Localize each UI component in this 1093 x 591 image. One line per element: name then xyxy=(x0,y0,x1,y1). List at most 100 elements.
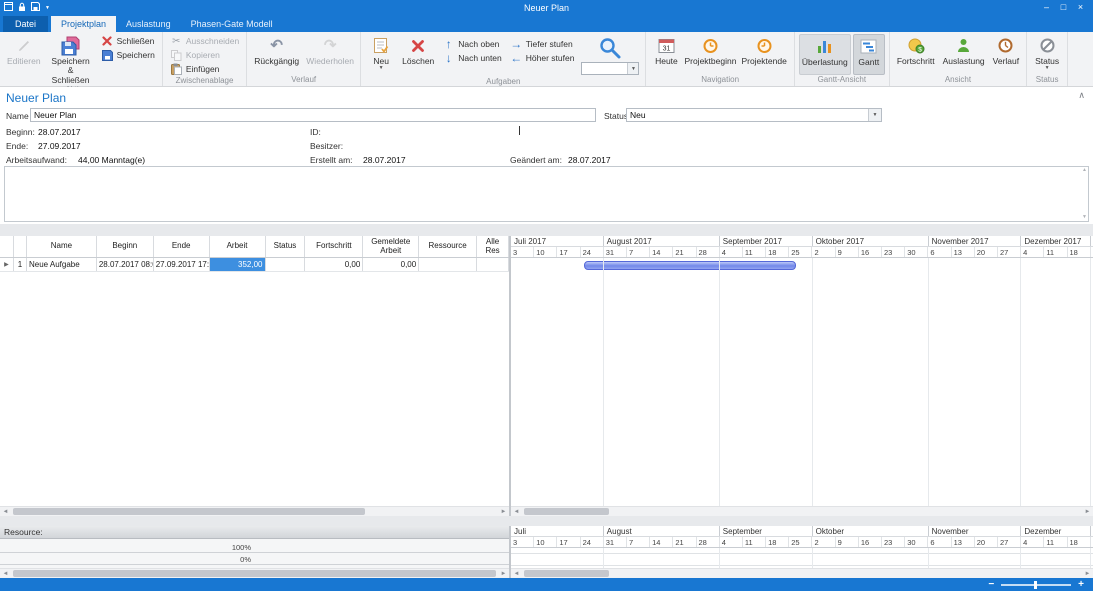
scrollbar-track[interactable] xyxy=(522,507,1082,516)
group-label-navigation: Navigation xyxy=(646,75,793,86)
resource-list-hscrollbar[interactable]: ◄ ► xyxy=(0,568,509,578)
grid-column-header[interactable]: Ende xyxy=(154,236,210,257)
tab-phasen-gate-modell[interactable]: Phasen-Gate Modell xyxy=(181,16,283,32)
splitter-horizontal[interactable] xyxy=(0,224,1093,236)
grid-cell[interactable] xyxy=(266,258,306,271)
einfuegen-button[interactable]: Einfügen xyxy=(167,62,242,76)
grid-column-header[interactable]: Ressource xyxy=(419,236,477,257)
timeline-month-label: Oktober 2017 xyxy=(813,236,929,246)
grid-cell[interactable]: 28.07.2017 08:00 xyxy=(97,258,154,271)
scroll-left-icon[interactable]: ◄ xyxy=(511,569,522,579)
status-select[interactable]: Neu▼ xyxy=(626,108,882,122)
hoeher-stufen-button[interactable]: ← Höher stufen xyxy=(507,51,578,65)
grid-cell[interactable] xyxy=(419,258,477,271)
task-filter-combobox[interactable]: ▼ xyxy=(581,62,639,75)
grid-column-header[interactable]: Name xyxy=(27,236,97,257)
scroll-left-icon[interactable]: ◄ xyxy=(0,507,11,517)
neu-button[interactable]: Neu ▼ xyxy=(365,34,397,77)
scrollbar-track[interactable] xyxy=(11,569,498,578)
gantt-button[interactable]: Gantt xyxy=(853,34,885,75)
fortschritt-button[interactable]: $ Fortschritt xyxy=(894,34,938,75)
grid-column-header[interactable]: Alle Res xyxy=(477,236,509,257)
scroll-right-icon[interactable]: ► xyxy=(1082,569,1093,579)
scroll-down-icon[interactable]: ▼ xyxy=(1082,215,1087,220)
gantt-hscrollbar[interactable]: ◄ ► xyxy=(511,506,1093,516)
scroll-right-icon[interactable]: ► xyxy=(498,507,509,517)
group-label-ansicht: Ansicht xyxy=(890,75,1026,86)
projektbeginn-button[interactable]: Projektbeginn xyxy=(684,34,736,75)
grid-cell[interactable] xyxy=(477,258,509,271)
maximize-button[interactable]: □ xyxy=(1055,0,1072,15)
minimize-button[interactable]: – xyxy=(1038,0,1055,15)
speichern-button[interactable]: Speichern xyxy=(98,48,158,62)
nach-oben-button[interactable]: ↑ Nach oben xyxy=(439,37,504,51)
grid-cell[interactable]: Neue Aufgabe xyxy=(27,258,97,271)
scale-0-label: 0% xyxy=(240,555,251,564)
move-down-icon: ↓ xyxy=(442,52,455,64)
scroll-left-icon[interactable]: ◄ xyxy=(511,507,522,517)
quick-access-toolbar: ▼ xyxy=(4,2,50,14)
search-icon[interactable] xyxy=(598,36,622,62)
scrollbar-thumb[interactable] xyxy=(524,508,609,515)
save-icon[interactable] xyxy=(31,2,40,13)
close-button[interactable]: × xyxy=(1072,0,1089,15)
scrollbar-track[interactable] xyxy=(522,569,1082,578)
grid-cell[interactable]: 27.09.2017 17:00 xyxy=(154,258,210,271)
grid-cell[interactable]: 0,00 xyxy=(363,258,419,271)
scroll-right-icon[interactable]: ► xyxy=(498,569,509,579)
ausschneiden-button[interactable]: ✂ Ausschneiden xyxy=(167,34,242,48)
grid-column-header[interactable]: Beginn xyxy=(97,236,154,257)
tab-projektplan[interactable]: Projektplan xyxy=(51,16,116,32)
tab-datei[interactable]: Datei xyxy=(3,16,48,32)
status-button[interactable]: Status ▼ xyxy=(1031,34,1063,75)
scrollbar-thumb[interactable] xyxy=(524,570,609,577)
rueckgaengig-button[interactable]: ↶ Rückgängig xyxy=(251,34,302,75)
scrollbar-thumb[interactable] xyxy=(13,570,496,577)
auslastung-button[interactable]: Auslastung xyxy=(940,34,988,75)
projektende-label: Projektende xyxy=(741,57,786,66)
ueberlastung-button[interactable]: Überlastung xyxy=(799,34,851,75)
loeschen-button[interactable]: Löschen xyxy=(399,34,437,77)
zoom-in-button[interactable]: + xyxy=(1078,579,1084,591)
splitter-horizontal[interactable] xyxy=(0,516,1093,526)
speichern-schliessen-button[interactable]: Speichern & Schließen xyxy=(46,34,96,85)
tab-auslastung[interactable]: Auslastung xyxy=(116,16,181,32)
nach-unten-button[interactable]: ↓ Nach unten xyxy=(439,51,504,65)
tiefer-stufen-button[interactable]: → Tiefer stufen xyxy=(507,37,578,51)
name-input[interactable]: Neuer Plan xyxy=(30,108,596,122)
grid-cell[interactable]: 0,00 xyxy=(305,258,363,271)
wiederholen-button[interactable]: ↷ Wiederholen xyxy=(304,34,356,75)
gantt-bar[interactable] xyxy=(584,261,796,270)
description-textarea[interactable]: ▲ ▼ xyxy=(4,166,1089,222)
status-select-caret-icon[interactable]: ▼ xyxy=(868,109,881,121)
grid-cell[interactable]: 352,00 xyxy=(210,258,266,271)
collapse-icon[interactable]: ∧ xyxy=(1078,90,1085,101)
schliessen-button[interactable]: Schließen xyxy=(98,34,158,48)
editieren-button[interactable]: Editieren xyxy=(4,34,44,85)
zoom-out-button[interactable]: − xyxy=(988,579,994,591)
combobox-caret-icon[interactable]: ▼ xyxy=(627,63,638,74)
scrollbar-thumb[interactable] xyxy=(13,508,365,515)
grid-column-header[interactable]: Fortschritt xyxy=(305,236,363,257)
timeline-week-cell: 14 xyxy=(650,247,673,257)
grid-column-header[interactable]: Status xyxy=(266,236,306,257)
task-grid-hscrollbar[interactable]: ◄ ► xyxy=(0,506,509,516)
scrollbar-track[interactable] xyxy=(11,507,498,516)
scroll-left-icon[interactable]: ◄ xyxy=(0,569,11,579)
grid-column-header[interactable]: Gemeldete Arbeit xyxy=(363,236,419,257)
scroll-right-icon[interactable]: ► xyxy=(1082,507,1093,517)
grid-column-header[interactable]: Arbeit xyxy=(210,236,266,257)
app-icon[interactable] xyxy=(4,2,13,13)
task-grid-row[interactable]: ▶1Neue Aufgabe28.07.2017 08:0027.09.2017… xyxy=(0,258,509,272)
kopieren-button[interactable]: Kopieren xyxy=(167,48,242,62)
timeline-week-cell: 2 xyxy=(812,537,835,547)
qat-caret-icon[interactable]: ▼ xyxy=(45,6,50,10)
scroll-up-icon[interactable]: ▲ xyxy=(1082,168,1087,173)
heute-button[interactable]: 31 Heute xyxy=(650,34,682,75)
resource-chart-hscrollbar[interactable]: ◄ ► xyxy=(511,568,1093,578)
zoom-slider-thumb[interactable] xyxy=(1034,581,1037,589)
projektende-button[interactable]: Projektende xyxy=(738,34,789,75)
lock-icon[interactable] xyxy=(18,2,26,14)
verlauf-button[interactable]: Verlauf xyxy=(990,34,1022,75)
zoom-slider[interactable] xyxy=(1001,584,1071,586)
